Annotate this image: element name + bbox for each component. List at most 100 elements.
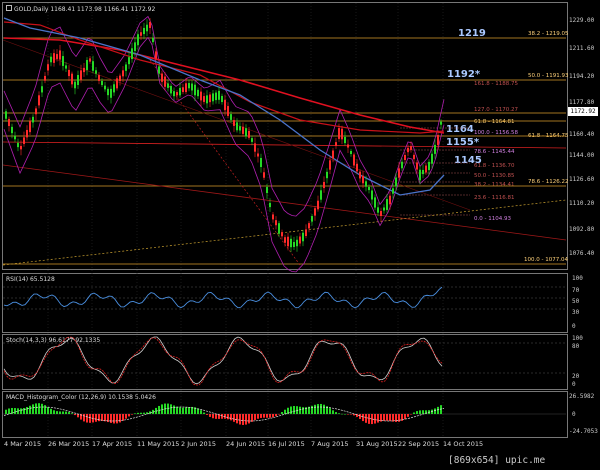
candle [413,154,415,160]
macd-bar [332,410,334,414]
macd-bar [266,414,268,418]
candle [386,199,388,210]
macd-bar [242,414,244,425]
macd-bar [245,414,247,425]
candle [203,96,205,102]
macd-bar [119,414,121,423]
candle [350,150,352,155]
candle [107,88,109,96]
candle [104,85,106,90]
candle [65,65,67,69]
candle [287,236,289,247]
macd-bar [350,414,352,415]
macd-bar [71,413,73,414]
candle [47,64,49,71]
candle [269,202,271,208]
candle [419,169,421,181]
candle [422,169,424,175]
macd-bar [278,414,280,415]
candle [290,238,292,248]
macd-bar [110,414,112,423]
candle [323,181,325,189]
macd-bar [62,411,64,414]
trendline [2,141,567,149]
macd-bar [236,414,238,424]
candle [218,90,220,100]
candle [215,92,217,101]
macd-bar [65,411,67,414]
macd-bar [188,407,190,414]
macd-bar [122,414,124,421]
candle [374,197,376,208]
candle [185,83,187,93]
candle [35,108,37,115]
macd-bar [143,412,145,414]
candle [137,34,139,46]
candle [434,144,436,154]
candle [197,89,199,97]
candle [398,168,400,178]
candle [320,190,322,200]
candle [62,56,64,66]
macd-bar [95,414,97,422]
macd-bar [131,414,133,415]
macd-bar [128,414,130,417]
candle [266,187,268,193]
macd-bar [368,414,370,424]
candle [383,207,385,211]
macd-bar [227,414,229,420]
macd-bar [440,405,442,414]
macd-bar [377,414,379,423]
candle [284,237,286,243]
candle [368,186,370,191]
candle [401,161,403,169]
candle [239,126,241,131]
candle [149,22,151,28]
macd-bar [47,406,49,414]
macd-bar [20,408,22,414]
candle [83,67,85,73]
macd-bar [38,403,40,414]
macd-bar [212,414,214,419]
macd-bar [239,414,241,425]
macd-bar [338,413,340,414]
candle [14,135,16,140]
candle [194,84,196,96]
macd-bar [251,414,253,422]
macd-bar [41,403,43,414]
candle [335,142,337,146]
candle [305,229,307,237]
macd-bar [83,414,85,422]
candle [245,128,247,137]
candle [365,181,367,187]
stochastic-main-line [3,336,443,385]
macd-bar [176,406,178,414]
candle [26,129,28,138]
candle [275,220,277,226]
macd-bar [320,403,322,414]
macd-bar [437,406,439,414]
macd-bar [404,414,406,420]
macd-bar [98,414,100,422]
candle [314,208,316,216]
candle [392,188,394,194]
candle [296,239,298,247]
candle [113,84,115,93]
candle [341,128,343,140]
candle [188,83,190,89]
macd-bar [221,414,223,419]
macd-bar [23,408,25,414]
candle [242,126,244,134]
macd-bar [35,403,37,414]
macd-bar [335,412,337,414]
macd-bar [68,412,70,414]
candle [338,128,340,139]
macd-bar [284,409,286,414]
macd-bar [137,412,139,414]
chart-graphics [2,3,567,436]
trendline [2,164,567,241]
macd-bar [410,414,412,415]
candle [167,83,169,88]
candle [425,165,427,173]
candle [41,86,43,93]
